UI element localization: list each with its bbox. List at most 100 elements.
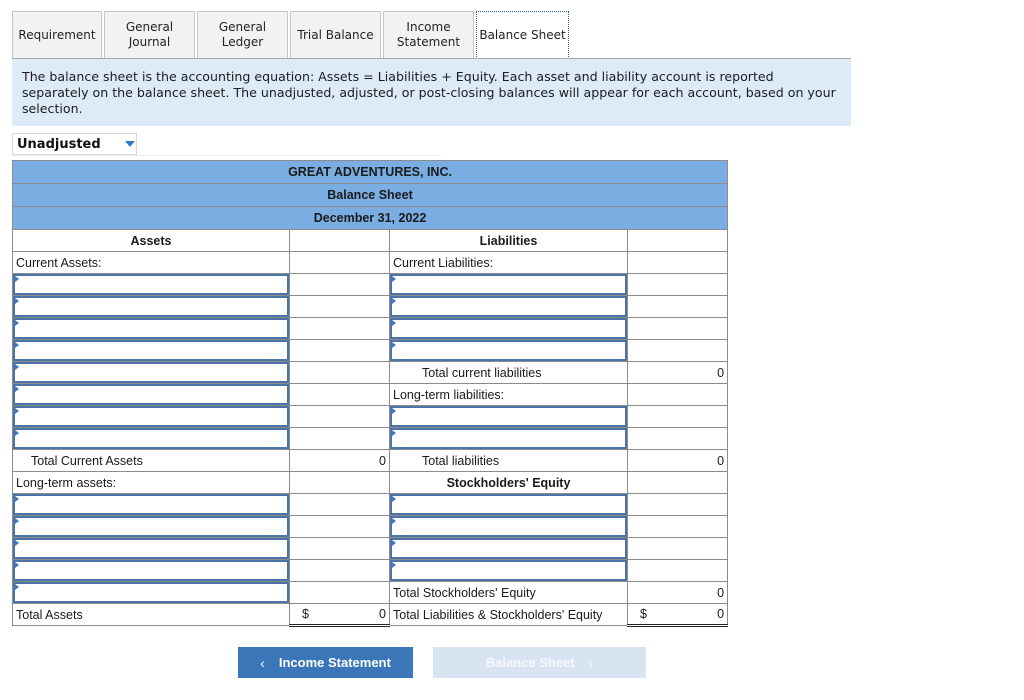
total-current-assets-label: Total Current Assets bbox=[12, 449, 290, 472]
current-asset-amount-cell[interactable] bbox=[289, 339, 390, 362]
next-balance-sheet-button: Balance Sheet › bbox=[433, 647, 646, 678]
instructions-box: The balance sheet is the accounting equa… bbox=[12, 59, 851, 126]
current-asset-amount-cell[interactable] bbox=[289, 317, 390, 340]
current-asset-amount-cell[interactable] bbox=[289, 405, 390, 428]
long-term-liability-amount-cell[interactable] bbox=[626, 427, 729, 450]
long-term-asset-account-dropdown[interactable] bbox=[12, 537, 290, 560]
account-input[interactable] bbox=[13, 318, 289, 339]
long-term-asset-account-dropdown[interactable] bbox=[12, 581, 290, 604]
equity-account-dropdown[interactable] bbox=[389, 559, 628, 582]
prev-income-statement-button[interactable]: ‹ Income Statement bbox=[238, 647, 413, 678]
dropdown-arrow-icon[interactable] bbox=[125, 141, 135, 147]
current-liability-account-dropdown[interactable] bbox=[389, 273, 628, 296]
account-input[interactable] bbox=[390, 494, 627, 515]
liabilities-header: Liabilities bbox=[389, 229, 628, 252]
total-stockholders-equity-value: 0 bbox=[626, 581, 729, 604]
company-name: GREAT ADVENTURES, INC. bbox=[11, 160, 729, 184]
equity-amount-cell[interactable] bbox=[626, 559, 729, 582]
equity-amount-cell[interactable] bbox=[626, 537, 729, 560]
account-input[interactable] bbox=[390, 406, 627, 427]
equity-account-dropdown[interactable] bbox=[389, 493, 628, 516]
total-liabilities-label: Total liabilities bbox=[389, 449, 628, 472]
current-asset-amount-cell[interactable] bbox=[289, 383, 390, 406]
account-input[interactable] bbox=[13, 428, 289, 449]
account-input[interactable] bbox=[390, 560, 627, 581]
current-asset-account-dropdown[interactable] bbox=[12, 317, 290, 340]
account-input[interactable] bbox=[390, 318, 627, 339]
account-input[interactable] bbox=[13, 516, 289, 537]
empty-cell bbox=[289, 251, 390, 274]
instructions-text: The balance sheet is the accounting equa… bbox=[22, 69, 836, 116]
account-input[interactable] bbox=[390, 296, 627, 317]
account-input[interactable] bbox=[390, 538, 627, 559]
tab-general-journal[interactable]: General Journal bbox=[104, 11, 195, 58]
current-liability-amount-cell[interactable] bbox=[626, 273, 729, 296]
equity-amount-cell[interactable] bbox=[626, 515, 729, 538]
account-input[interactable] bbox=[13, 384, 289, 405]
select-divider bbox=[12, 155, 442, 156]
empty-cell bbox=[626, 383, 729, 406]
total-current-liabilities-value: 0 bbox=[626, 361, 729, 384]
current-liability-account-dropdown[interactable] bbox=[389, 295, 628, 318]
account-input[interactable] bbox=[13, 494, 289, 515]
account-input[interactable] bbox=[13, 296, 289, 317]
current-asset-account-dropdown[interactable] bbox=[12, 383, 290, 406]
account-input[interactable] bbox=[13, 582, 289, 603]
long-term-asset-account-dropdown[interactable] bbox=[12, 559, 290, 582]
tab-requirement[interactable]: Requirement bbox=[12, 11, 102, 58]
current-liability-account-dropdown[interactable] bbox=[389, 339, 628, 362]
tab-label: General Journal bbox=[125, 20, 174, 49]
long-term-asset-account-dropdown[interactable] bbox=[12, 493, 290, 516]
total-stockholders-equity-label: Total Stockholders' Equity bbox=[389, 581, 628, 604]
account-input[interactable] bbox=[13, 340, 289, 361]
current-asset-account-dropdown[interactable] bbox=[12, 295, 290, 318]
long-term-liability-amount-cell[interactable] bbox=[626, 405, 729, 428]
current-asset-account-dropdown[interactable] bbox=[12, 273, 290, 296]
statement-date: December 31, 2022 bbox=[11, 206, 729, 230]
equity-account-dropdown[interactable] bbox=[389, 537, 628, 560]
total-liabilities-value: 0 bbox=[626, 449, 729, 472]
equity-account-dropdown[interactable] bbox=[389, 515, 628, 538]
current-asset-amount-cell[interactable] bbox=[289, 295, 390, 318]
current-asset-account-dropdown[interactable] bbox=[12, 339, 290, 362]
current-liability-amount-cell[interactable] bbox=[626, 295, 729, 318]
current-asset-amount-cell[interactable] bbox=[289, 427, 390, 450]
balance-type-value: Unadjusted bbox=[17, 136, 101, 152]
account-input[interactable] bbox=[13, 362, 289, 383]
current-liability-amount-cell[interactable] bbox=[626, 339, 729, 362]
account-input[interactable] bbox=[13, 538, 289, 559]
long-term-asset-amount-cell[interactable] bbox=[289, 537, 390, 560]
account-input[interactable] bbox=[13, 274, 289, 295]
long-term-liability-account-dropdown[interactable] bbox=[389, 427, 628, 450]
equity-amount-cell[interactable] bbox=[626, 493, 729, 516]
long-term-asset-account-dropdown[interactable] bbox=[12, 515, 290, 538]
tab-income-statement[interactable]: Income Statement bbox=[383, 11, 474, 58]
balance-type-select[interactable]: Unadjusted bbox=[12, 133, 137, 155]
account-input[interactable] bbox=[390, 428, 627, 449]
statement-title: Balance Sheet bbox=[11, 183, 729, 207]
current-asset-account-dropdown[interactable] bbox=[12, 405, 290, 428]
current-liability-amount-cell[interactable] bbox=[626, 317, 729, 340]
account-input[interactable] bbox=[13, 560, 289, 581]
long-term-asset-amount-cell[interactable] bbox=[289, 493, 390, 516]
tab-trial-balance[interactable]: Trial Balance bbox=[290, 11, 381, 58]
account-input[interactable] bbox=[390, 340, 627, 361]
long-term-liabilities-label: Long-term liabilities: bbox=[389, 383, 628, 406]
current-asset-amount-cell[interactable] bbox=[289, 361, 390, 384]
tab-general-ledger[interactable]: General Ledger bbox=[197, 11, 288, 58]
current-asset-account-dropdown[interactable] bbox=[12, 427, 290, 450]
current-asset-account-dropdown[interactable] bbox=[12, 361, 290, 384]
current-asset-amount-cell[interactable] bbox=[289, 273, 390, 296]
long-term-liability-account-dropdown[interactable] bbox=[389, 405, 628, 428]
empty-cell bbox=[289, 229, 390, 252]
long-term-asset-amount-cell[interactable] bbox=[289, 515, 390, 538]
tab-balance-sheet[interactable]: Balance Sheet bbox=[476, 11, 569, 59]
account-input[interactable] bbox=[390, 516, 627, 537]
account-input[interactable] bbox=[390, 274, 627, 295]
account-input[interactable] bbox=[13, 406, 289, 427]
long-term-asset-amount-cell[interactable] bbox=[289, 581, 390, 604]
long-term-asset-amount-cell[interactable] bbox=[289, 559, 390, 582]
currency-symbol: $ bbox=[302, 607, 309, 621]
current-liability-account-dropdown[interactable] bbox=[389, 317, 628, 340]
stockholders-equity-header: Stockholders' Equity bbox=[389, 471, 628, 494]
